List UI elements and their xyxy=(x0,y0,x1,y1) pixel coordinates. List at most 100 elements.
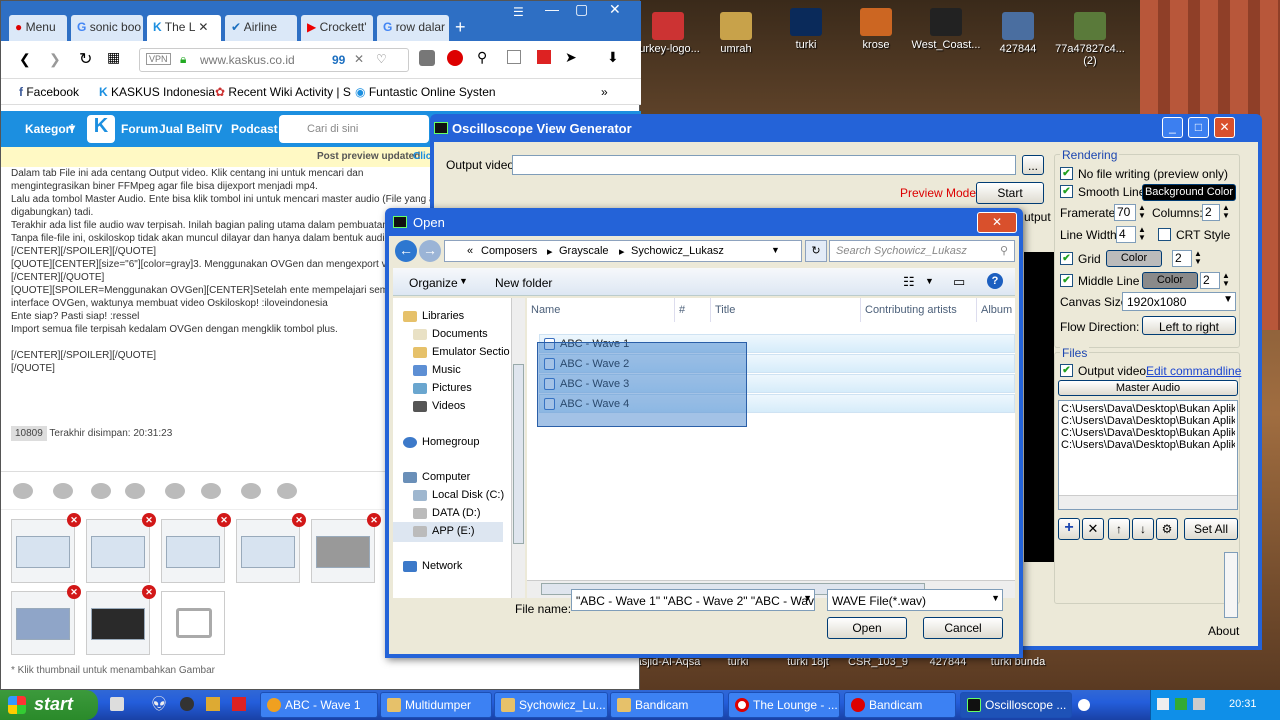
tray-expand-icon[interactable] xyxy=(1078,699,1090,711)
framerate-input[interactable]: 70 xyxy=(1114,204,1136,221)
smiley-icon[interactable] xyxy=(91,483,111,499)
file-list-item[interactable]: C:\Users\Dava\Desktop\Bukan Aplikasi xyxy=(1061,439,1235,451)
nav-libraries[interactable]: Libraries xyxy=(403,310,464,322)
organize-button[interactable]: Organize xyxy=(409,276,458,290)
quicklaunch-icon[interactable] xyxy=(232,697,246,711)
smiley-icon[interactable] xyxy=(13,483,33,499)
columns-input[interactable]: 2 xyxy=(1202,204,1220,221)
tray-icon[interactable] xyxy=(1157,698,1169,710)
taskbar-item[interactable]: ABC - Wave 1 xyxy=(260,692,378,718)
tab[interactable]: G sonic boo xyxy=(71,15,143,41)
quicklaunch-icon[interactable] xyxy=(110,697,124,711)
tray-icon[interactable] xyxy=(1175,698,1187,710)
new-folder-button[interactable]: New folder xyxy=(495,276,552,290)
line-width-spinner[interactable]: ▲ ▼ xyxy=(1138,226,1146,242)
taskbar-item-active[interactable]: Oscilloscope ... xyxy=(960,692,1072,718)
remove-image-icon[interactable]: ✕ xyxy=(142,513,156,527)
more-bookmarks-icon[interactable]: » xyxy=(601,85,608,99)
framerate-spinner[interactable]: ▲ ▼ xyxy=(1138,204,1146,220)
output-video-input[interactable] xyxy=(512,155,1016,175)
minimize-button[interactable]: _ xyxy=(1162,117,1183,138)
remove-file-button[interactable]: ✕ xyxy=(1082,518,1104,540)
middle-color-button[interactable]: Color xyxy=(1142,272,1198,289)
close-button[interactable]: ✕ xyxy=(1214,117,1235,138)
add-file-button[interactable]: + xyxy=(1058,518,1080,540)
desktop-icon[interactable]: turkey-logo... xyxy=(630,12,706,55)
remove-image-icon[interactable]: ✕ xyxy=(67,513,81,527)
nav-app-e[interactable]: APP (E:) xyxy=(413,525,475,537)
reload-icon[interactable]: ↻ xyxy=(79,49,92,69)
chevron-down-icon[interactable]: ▼ xyxy=(925,276,934,286)
remove-image-icon[interactable]: ✕ xyxy=(217,513,231,527)
audio-file-list[interactable]: C:\Users\Dava\Desktop\Bukan Aplikasi C:\… xyxy=(1058,400,1238,510)
cancel-button[interactable]: Cancel xyxy=(923,617,1003,639)
middle-line-checkbox[interactable]: ✔ xyxy=(1060,274,1073,287)
column-header-name[interactable]: Name xyxy=(527,298,675,322)
background-color-button[interactable]: Background Color xyxy=(1142,184,1236,201)
image-thumbnail[interactable] xyxy=(311,519,375,583)
tab[interactable]: ✔ Airline xyxy=(225,15,297,41)
column-header-artists[interactable]: Contributing artists xyxy=(861,298,977,322)
file-list-item[interactable]: C:\Users\Dava\Desktop\Bukan Aplikasi xyxy=(1061,415,1235,427)
network-icon[interactable] xyxy=(1193,698,1205,710)
new-tab-icon[interactable]: + xyxy=(455,17,466,38)
desktop-icon[interactable]: turki xyxy=(768,8,844,51)
nav-documents[interactable]: Documents xyxy=(413,328,488,340)
bookmark-funtastic[interactable]: ◉ Funtastic Online Systen xyxy=(355,85,496,99)
nav-videos[interactable]: Videos xyxy=(413,400,465,412)
quicklaunch-alien-icon[interactable]: 👽︎ xyxy=(150,695,168,712)
column-header-album[interactable]: Album xyxy=(977,298,1015,322)
back-icon[interactable]: ❮ xyxy=(19,51,31,68)
bookmark-facebook[interactable]: f Facebook xyxy=(19,85,79,99)
tab-menu[interactable]: ● Menu xyxy=(9,15,67,41)
settings-gear-button[interactable]: ⚙ xyxy=(1156,518,1178,540)
middle-value-input[interactable]: 2 xyxy=(1200,272,1220,289)
extension-icon[interactable] xyxy=(419,50,435,66)
files-scrollbar[interactable] xyxy=(1224,552,1238,618)
close-icon[interactable]: ✕ xyxy=(609,1,621,18)
image-thumbnail[interactable] xyxy=(161,519,225,583)
desktop-icon[interactable]: umrah xyxy=(698,12,774,55)
breadcrumb-root[interactable]: « xyxy=(467,245,473,257)
desktop-icon[interactable]: 77a47827c4... (2) xyxy=(1052,12,1128,67)
desktop-icon[interactable]: 427844 xyxy=(980,12,1056,55)
scrollbar-thumb[interactable] xyxy=(513,364,524,544)
nav-forum[interactable]: Forum xyxy=(121,122,158,136)
tabs-grid-icon[interactable]: ▦ xyxy=(107,49,120,66)
canvas-size-select[interactable]: 1920x1080 ▼ xyxy=(1122,292,1236,311)
forward-icon[interactable]: → xyxy=(419,240,441,262)
middle-spinner[interactable]: ▲ ▼ xyxy=(1222,272,1230,288)
image-thumbnail[interactable] xyxy=(236,519,300,583)
bookmark-wiki[interactable]: ✿ Recent Wiki Activity | S xyxy=(215,85,351,99)
nav-kategori[interactable]: Kategori xyxy=(25,122,74,136)
file-name-input[interactable]: "ABC - Wave 1" "ABC - Wave 2" "ABC - Wav… xyxy=(571,589,815,611)
adblock-icon[interactable] xyxy=(447,50,463,66)
taskbar-item[interactable]: The Lounge - ... xyxy=(728,692,840,718)
nav-homegroup[interactable]: Homegroup xyxy=(403,436,479,448)
grid-spinner[interactable]: ▲ ▼ xyxy=(1194,250,1202,266)
flow-direction-button[interactable]: Left to right xyxy=(1142,316,1236,335)
smiley-icon[interactable] xyxy=(125,483,145,499)
smooth-line-checkbox[interactable]: ✔ xyxy=(1060,185,1073,198)
remove-image-icon[interactable]: ✕ xyxy=(292,513,306,527)
horizontal-scrollbar[interactable] xyxy=(1059,495,1237,509)
tab[interactable]: G row dalar xyxy=(377,15,449,41)
quicklaunch-icon[interactable] xyxy=(180,697,194,711)
address-bar[interactable]: VPN 🔒︎ www.kaskus.co.id 99 ✕ ♡ xyxy=(139,48,409,72)
nav-computer[interactable]: Computer xyxy=(403,471,470,483)
taskbar-item[interactable]: Multidumper xyxy=(380,692,492,718)
heart-icon[interactable]: ♡ xyxy=(376,52,387,66)
maximize-icon[interactable]: ▢ xyxy=(575,1,588,18)
breadcrumb-item[interactable]: Composers xyxy=(481,245,537,257)
close-icon[interactable]: ✕ xyxy=(354,52,364,66)
chevron-down-icon[interactable]: ▾ xyxy=(69,121,75,135)
nav-local-disk-c[interactable]: Local Disk (C:) xyxy=(413,489,504,501)
nav-podcast[interactable]: Podcast xyxy=(231,122,278,136)
breadcrumb-item[interactable]: Grayscale xyxy=(559,245,609,257)
tab-active[interactable]: K The L ✕ xyxy=(147,15,221,41)
nav-jual-beli[interactable]: Jual Beli xyxy=(159,122,208,136)
file-list-item[interactable]: C:\Users\Dava\Desktop\Bukan Aplikasi xyxy=(1061,403,1235,415)
nav-network[interactable]: Network xyxy=(403,560,462,572)
nav-emulator-section[interactable]: Emulator Sectio xyxy=(413,346,510,358)
nav-data-d[interactable]: DATA (D:) xyxy=(413,507,480,519)
